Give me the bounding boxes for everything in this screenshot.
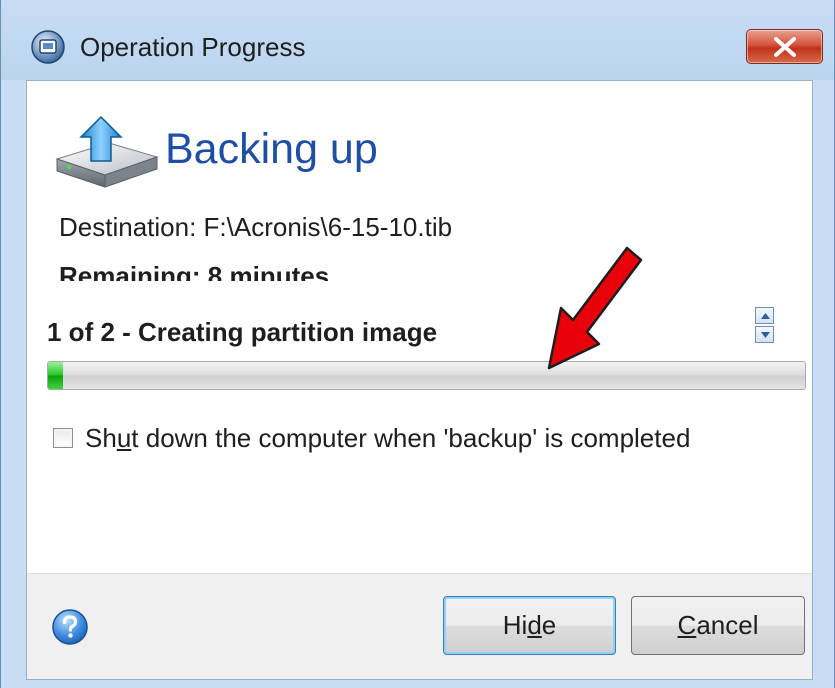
operation-heading: Backing up [165, 125, 378, 173]
spin-down-button[interactable] [755, 326, 774, 343]
remaining-text-clip: Remaining: 8 minutes [59, 261, 759, 281]
spin-up-button[interactable] [755, 307, 774, 324]
close-button[interactable] [746, 29, 823, 64]
help-icon[interactable] [51, 608, 89, 646]
acronis-app-icon [31, 30, 65, 64]
shutdown-checkbox-label[interactable]: Shut down the computer when 'backup' is … [85, 423, 690, 454]
details-spin-button[interactable] [755, 307, 774, 343]
operation-progress-window: Operation Progress Backing up Destinatio… [0, 0, 835, 688]
cancel-button[interactable]: Cancel [631, 596, 805, 655]
hide-button[interactable]: Hide [443, 596, 616, 655]
drive-backup-icon [55, 115, 159, 188]
shutdown-checkbox[interactable] [53, 428, 73, 448]
window-title: Operation Progress [80, 32, 306, 62]
current-step-text: 1 of 2 - Creating partition image [47, 317, 438, 347]
backup-progress-bar [47, 361, 806, 390]
progress-fill [48, 362, 64, 389]
chevron-up-icon [761, 313, 770, 319]
title-bar[interactable]: Operation Progress [1, 0, 834, 80]
dialog-content: Backing up Destination: F:\Acronis\6-15-… [26, 80, 813, 680]
destination-text: Destination: F:\Acronis\6-15-10.tib [59, 212, 453, 242]
chevron-down-icon [761, 332, 770, 338]
remaining-time-text: Remaining: 8 minutes [59, 261, 330, 281]
dialog-footer: Hide Cancel [27, 573, 812, 679]
close-icon [774, 37, 796, 57]
